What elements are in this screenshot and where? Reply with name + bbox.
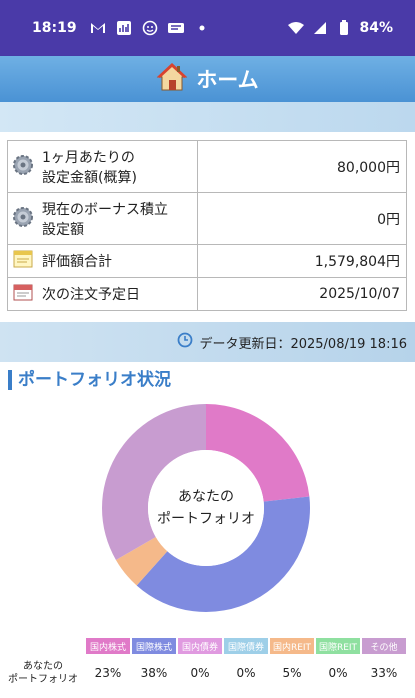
calendar-icon (12, 282, 34, 306)
row-label: 設定金額(概算) (42, 169, 137, 186)
allocation-percentages: 23% 38% 0% 0% 5% 0% 33% (86, 666, 406, 680)
app-header: ホーム (0, 56, 415, 102)
row-label: 現在のボーナス積立 (42, 201, 168, 218)
house-icon (156, 62, 188, 97)
notepad-icon (12, 249, 34, 273)
legend-item: 国内REIT (270, 638, 314, 654)
notification-dot-icon (193, 19, 211, 37)
gear-icon (12, 206, 34, 232)
allocation-percent: 0% (236, 666, 256, 680)
gmail-icon (89, 19, 107, 37)
page-title: ホーム (196, 68, 259, 92)
stocks-app-icon (115, 19, 133, 37)
table-row: 評価額合計 1,579,804円 (7, 244, 407, 278)
legend-item: 国内債券 (178, 638, 222, 654)
clock-icon (177, 332, 193, 352)
row-value: 2025/10/07 (197, 277, 407, 311)
gear-icon (12, 154, 34, 180)
donut-center-label: あなたの ポートフォリオ (150, 486, 262, 530)
table-row: 1ヶ月あたりの 設定金額(概算) 80,000円 (7, 140, 407, 193)
legend-item: 国際債券 (224, 638, 268, 654)
legend-item: 国際REIT (316, 638, 360, 654)
row-value: 0円 (197, 192, 407, 245)
allocation-percent: 33% (370, 666, 398, 680)
news-app-icon (167, 19, 185, 37)
row-value: 80,000円 (197, 140, 407, 193)
battery-icon (335, 19, 353, 37)
portfolio-section: ポートフォリオ状況 あなたの ポートフォリオ 国内株式 国際株式 国内債券 国際債券国… (0, 362, 415, 698)
donut-center-line2: ポートフォリオ (157, 511, 255, 527)
status-time: 18:19 (32, 20, 77, 36)
allocation-row-label: あなたの ポートフォリオ (8, 661, 78, 685)
legend-item: 国際株式 (132, 638, 176, 654)
update-band: データ更新日：2025/08/19 18:16 (0, 322, 415, 362)
wifi-icon (287, 19, 305, 37)
allocation-percent: 0% (328, 666, 348, 680)
header-band (0, 102, 415, 132)
allocation-percent: 23% (94, 666, 122, 680)
legend-item: 国内株式 (86, 638, 130, 654)
status-bar: 18:19 84% (0, 0, 415, 56)
update-date: データ更新日：2025/08/19 18:16 (199, 336, 407, 352)
face-app-icon (141, 19, 159, 37)
row-label: 評価額合計 (42, 254, 112, 270)
allocation-percent: 38% (140, 666, 168, 680)
table-row: 次の注文予定日 2025/10/07 (7, 277, 407, 311)
section-title: ポートフォリオ状況 (8, 370, 171, 390)
signal-icon (311, 19, 329, 37)
table-row: 現在のボーナス積立 設定額 0円 (7, 192, 407, 245)
donut-center-line1: あなたの (178, 489, 234, 505)
summary-table: 1ヶ月あたりの 設定金額(概算) 80,000円 現在のボーナス積立 設定額 0… (7, 140, 407, 311)
legend: 国内株式 国際株式 国内債券 国際債券 国内REIT 国際REIT その他 (86, 638, 406, 654)
row-label: 1ヶ月あたりの (42, 149, 135, 166)
row-label: 設定額 (42, 221, 84, 238)
allocation-percent: 5% (282, 666, 302, 680)
summary-panel: 1ヶ月あたりの 設定金額(概算) 80,000円 現在のボーナス積立 設定額 0… (0, 132, 415, 322)
battery-percent: 84% (359, 20, 393, 36)
row-label: 次の注文予定日 (42, 287, 140, 303)
row-value: 1,579,804円 (197, 244, 407, 278)
legend-item: その他 (362, 638, 406, 654)
allocation-percent: 0% (190, 666, 210, 680)
